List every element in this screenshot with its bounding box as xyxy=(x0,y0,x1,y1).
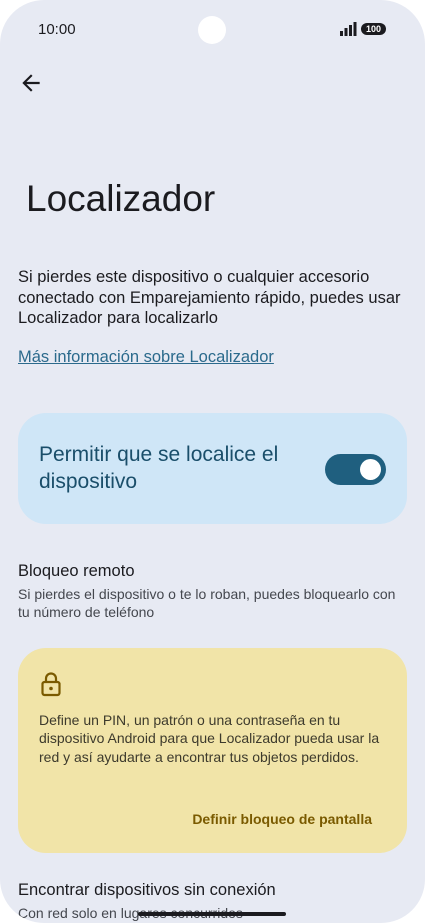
status-time: 10:00 xyxy=(38,21,76,38)
status-bar: 10:00 100 xyxy=(0,0,425,60)
screen-lock-warning-card: Define un PIN, un patrón o una contraseñ… xyxy=(18,648,407,853)
warning-text: Define un PIN, un patrón o una contraseñ… xyxy=(39,712,380,765)
more-info-link[interactable]: Más información sobre Localizador xyxy=(18,348,274,367)
lock-icon xyxy=(41,672,61,697)
battery-icon: 100 xyxy=(361,23,386,35)
camera-cutout xyxy=(198,16,226,44)
locate-device-switch[interactable] xyxy=(325,454,386,485)
home-indicator[interactable] xyxy=(138,912,286,916)
remote-lock-description: Si pierdes el dispositivo o te lo roban,… xyxy=(18,586,396,620)
remote-lock-title: Bloqueo remoto xyxy=(18,562,135,580)
intro-description: Si pierdes este dispositivo o cualquier … xyxy=(18,268,401,327)
locate-device-toggle-label: Permitir que se localice el dispositivo xyxy=(39,443,279,493)
set-screen-lock-button[interactable]: Definir bloqueo de pantalla xyxy=(192,811,372,827)
phone-screen: 10:00 100 Localizador Si pierdes este di… xyxy=(0,0,425,923)
back-arrow-icon[interactable] xyxy=(18,70,44,96)
offline-find-title[interactable]: Encontrar dispositivos sin conexión xyxy=(18,881,276,900)
signal-icon xyxy=(340,22,357,36)
switch-knob xyxy=(360,459,381,480)
locate-device-toggle-card[interactable]: Permitir que se localice el dispositivo xyxy=(18,413,407,524)
page-title: Localizador xyxy=(26,178,216,219)
